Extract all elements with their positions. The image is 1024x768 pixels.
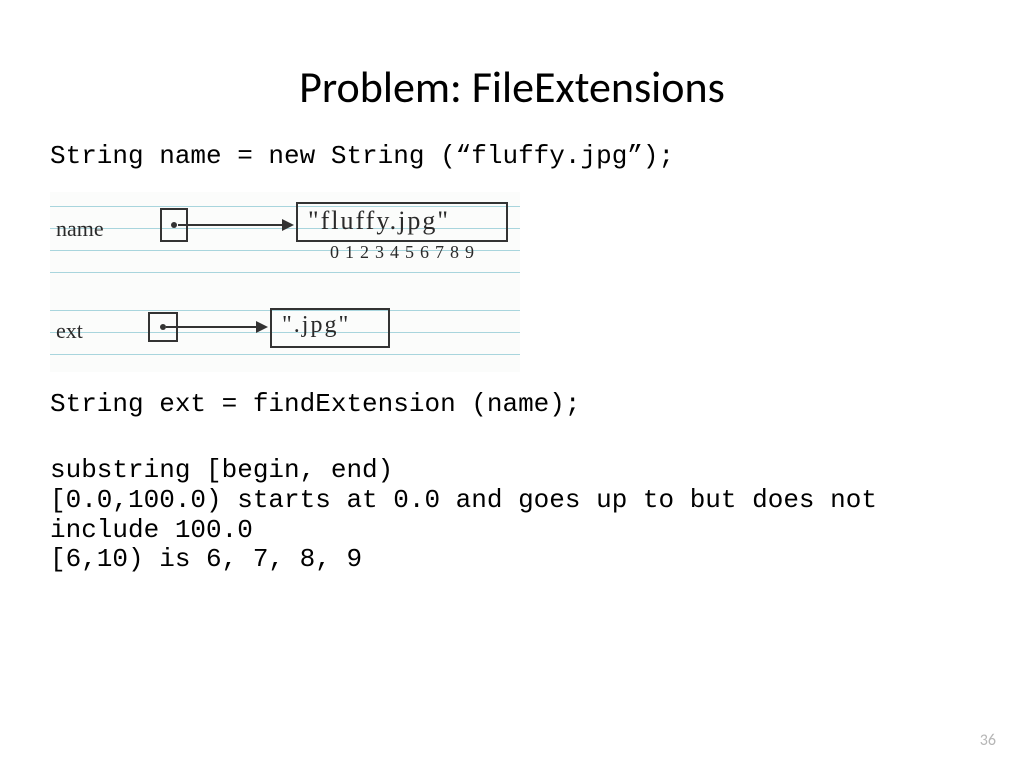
arrow-line-icon: [178, 224, 282, 226]
indices-text: 0123456789: [330, 242, 480, 263]
label-ext: ext: [56, 318, 83, 344]
arrow-head-icon: [256, 321, 268, 333]
code-line-1: String name = new String (“fluffy.jpg”);: [50, 142, 974, 172]
slide-title: Problem: FileExtensions: [50, 60, 974, 114]
arrow-head-icon: [282, 219, 294, 231]
label-name: name: [56, 216, 104, 242]
dot-icon: [171, 222, 177, 228]
code-line-3: substring [begin, end): [50, 456, 974, 486]
page-number: 36: [980, 731, 996, 750]
code-line-4: [0.0,100.0) starts at 0.0 and goes up to…: [50, 486, 974, 546]
code-line-2: String ext = findExtension (name);: [50, 390, 974, 420]
arrow-line-icon: [166, 326, 256, 328]
value-ext: ".jpg": [282, 312, 350, 339]
memory-diagram: name "fluffy.jpg" 0123456789 ext ".jpg": [50, 192, 520, 372]
code-line-5: [6,10) is 6, 7, 8, 9: [50, 545, 974, 575]
value-name: "fluffy.jpg": [308, 206, 450, 236]
